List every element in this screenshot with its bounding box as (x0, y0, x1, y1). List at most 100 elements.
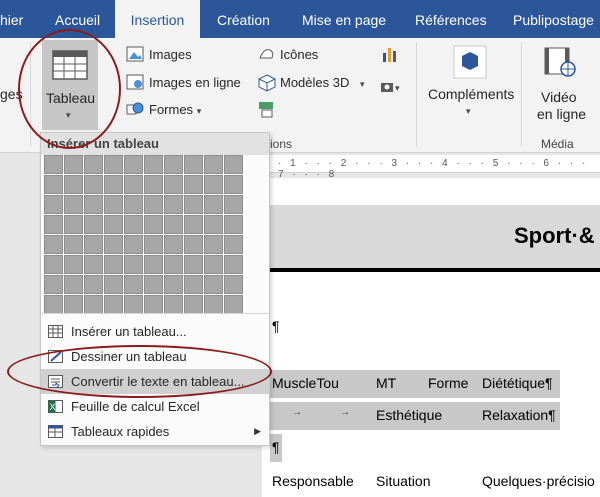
grid-cell[interactable] (144, 295, 163, 314)
grid-cell[interactable] (164, 235, 183, 254)
grid-cell[interactable] (224, 275, 243, 294)
grid-cell[interactable] (144, 235, 163, 254)
images-button[interactable]: Images (149, 47, 192, 62)
row1-col1[interactable]: MuscleTou (272, 375, 339, 391)
grid-cell[interactable] (124, 235, 143, 254)
grid-cell[interactable] (164, 175, 183, 194)
grid-cell[interactable] (144, 195, 163, 214)
grid-cell[interactable] (224, 175, 243, 194)
chevron-down-icon[interactable]: ▾ (360, 79, 365, 90)
grid-cell[interactable] (104, 215, 123, 234)
row1-col3[interactable]: Forme (428, 375, 468, 391)
grid-cell[interactable] (224, 195, 243, 214)
modeles-3d-button[interactable]: Modèles 3D (280, 75, 349, 90)
grid-cell[interactable] (84, 175, 103, 194)
grid-cell[interactable] (224, 255, 243, 274)
grid-cell[interactable] (204, 255, 223, 274)
grid-cell[interactable] (44, 175, 63, 194)
grid-cell[interactable] (64, 295, 83, 314)
row2-col3[interactable]: Esthétique (376, 407, 442, 423)
grid-cell[interactable] (184, 195, 203, 214)
row1-col4[interactable]: Diététique¶ (482, 375, 553, 391)
grid-cell[interactable] (204, 175, 223, 194)
grid-cell[interactable] (144, 175, 163, 194)
row1-col2[interactable]: MT (376, 375, 396, 391)
grid-cell[interactable] (104, 175, 123, 194)
grid-cell[interactable] (204, 295, 223, 314)
chart-icon[interactable] (381, 45, 399, 63)
grid-cell[interactable] (184, 155, 203, 174)
grid-cell[interactable] (184, 235, 203, 254)
grid-cell[interactable] (144, 275, 163, 294)
grid-cell[interactable] (124, 195, 143, 214)
tab-references[interactable]: Références (415, 0, 487, 38)
grid-cell[interactable] (224, 155, 243, 174)
grid-cell[interactable] (184, 255, 203, 274)
grid-cell[interactable] (144, 155, 163, 174)
grid-cell[interactable] (44, 215, 63, 234)
complements-button[interactable]: Compléments (428, 86, 514, 102)
images-en-ligne-button[interactable]: Images en ligne (149, 75, 241, 90)
grid-cell[interactable] (64, 155, 83, 174)
tab-creation[interactable]: Création (217, 0, 270, 38)
grid-cell[interactable] (164, 155, 183, 174)
grid-cell[interactable] (184, 215, 203, 234)
grid-cell[interactable] (84, 195, 103, 214)
grid-cell[interactable] (84, 155, 103, 174)
grid-cell[interactable] (44, 155, 63, 174)
menu-item-tableaux-rapides[interactable]: Tableaux rapides ▶ (41, 419, 269, 444)
grid-cell[interactable] (64, 175, 83, 194)
grid-cell[interactable] (164, 195, 183, 214)
screenshot-icon[interactable]: ▾ (380, 80, 402, 94)
row2-col4[interactable]: Relaxation¶ (482, 407, 556, 423)
grid-cell[interactable] (204, 235, 223, 254)
grid-cell[interactable] (224, 215, 243, 234)
grid-cell[interactable] (204, 275, 223, 294)
grid-cell[interactable] (104, 195, 123, 214)
grid-cell[interactable] (44, 255, 63, 274)
title-block[interactable]: Sport·& (270, 205, 600, 272)
grid-cell[interactable] (104, 255, 123, 274)
grid-cell[interactable] (124, 255, 143, 274)
grid-cell[interactable] (104, 295, 123, 314)
formes-button[interactable]: Formes ▾ (149, 102, 201, 117)
grid-cell[interactable] (164, 255, 183, 274)
grid-cell[interactable] (204, 155, 223, 174)
grid-cell[interactable] (44, 295, 63, 314)
video-line1[interactable]: Vidéo (541, 89, 577, 105)
icones-button[interactable]: Icônes (280, 47, 318, 62)
grid-cell[interactable] (64, 215, 83, 234)
grid-cell[interactable] (104, 235, 123, 254)
grid-cell[interactable] (84, 275, 103, 294)
grid-cell[interactable] (224, 235, 243, 254)
row4-col1[interactable]: Responsable (272, 473, 354, 489)
grid-cell[interactable] (44, 275, 63, 294)
grid-cell[interactable] (164, 275, 183, 294)
menu-item-inserer-tableau[interactable]: Insérer un tableau... (41, 319, 269, 344)
grid-cell[interactable] (64, 275, 83, 294)
grid-cell[interactable] (64, 255, 83, 274)
grid-cell[interactable] (84, 235, 103, 254)
grid-cell[interactable] (84, 255, 103, 274)
grid-cell[interactable] (204, 195, 223, 214)
grid-cell[interactable] (104, 275, 123, 294)
grid-cell[interactable] (124, 295, 143, 314)
tab-insertion[interactable]: Insertion (115, 0, 200, 38)
grid-cell[interactable] (124, 155, 143, 174)
grid-cell[interactable] (44, 235, 63, 254)
tab-publipostage[interactable]: Publipostage (513, 0, 594, 38)
grid-cell[interactable] (164, 295, 183, 314)
grid-cell[interactable] (124, 215, 143, 234)
grid-cell[interactable] (184, 275, 203, 294)
grid-cell[interactable] (84, 295, 103, 314)
grid-cell[interactable] (104, 155, 123, 174)
grid-cell[interactable] (64, 235, 83, 254)
row4-col2[interactable]: Situation (376, 473, 430, 489)
table-size-grid[interactable] (44, 155, 243, 314)
grid-cell[interactable] (64, 195, 83, 214)
tab-mise-en-page[interactable]: Mise en page (302, 0, 386, 38)
grid-cell[interactable] (164, 215, 183, 234)
grid-cell[interactable] (44, 195, 63, 214)
grid-cell[interactable] (124, 175, 143, 194)
grid-cell[interactable] (204, 215, 223, 234)
